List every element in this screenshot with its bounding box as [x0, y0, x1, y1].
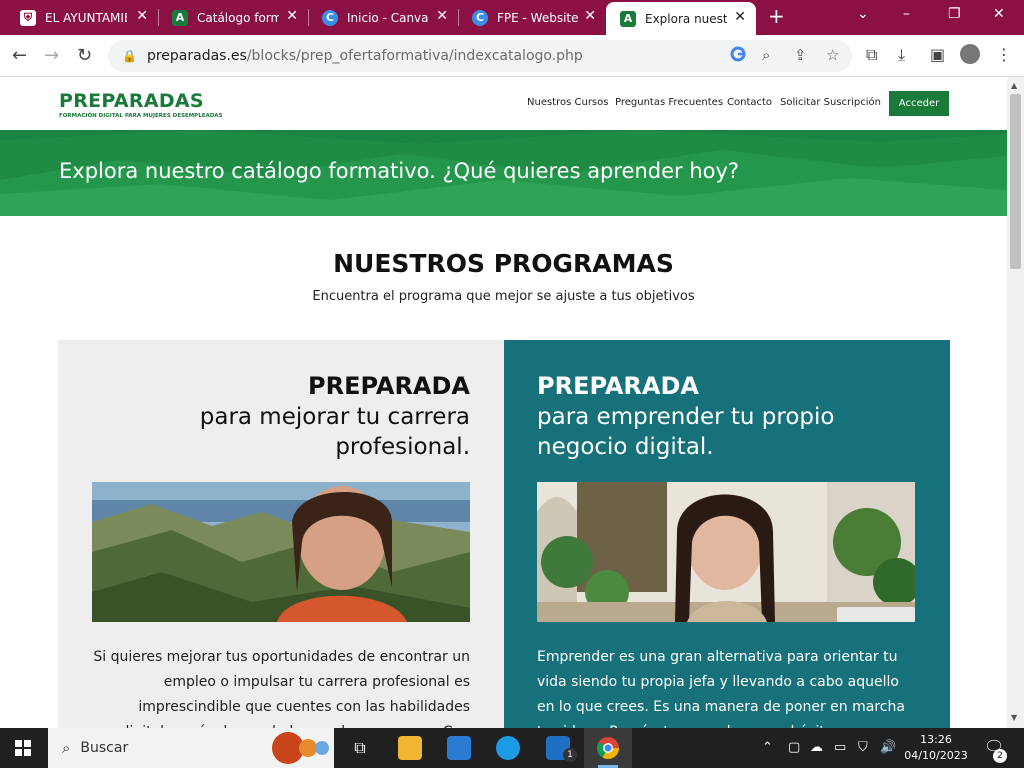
- close-window-button[interactable]: ✕: [993, 6, 1005, 22]
- program-title: PREPARADA: [308, 372, 470, 400]
- program-photo-woman-courtyard: [537, 482, 915, 622]
- logo-wordmark: PREPARADAS: [59, 90, 204, 112]
- chevron-down-icon[interactable]: ⌄: [857, 6, 869, 22]
- close-tab-icon[interactable]: ✕: [136, 9, 148, 23]
- hero-banner: Explora nuestro catálogo formativo. ¿Qué…: [0, 130, 1007, 216]
- scroll-down-arrow-icon[interactable]: ▼: [1011, 713, 1017, 722]
- program-subtitle-line1: para mejorar tu carrera: [199, 404, 470, 430]
- tab-fpe-website[interactable]: C FPE - Website ✕: [458, 0, 606, 35]
- browser-tab-strip: ⛨ EL AYUNTAMIE ✕ A Catálogo forma ✕ C In…: [0, 0, 1024, 35]
- meet-now-icon[interactable]: ▢: [788, 740, 800, 755]
- section-subtitle: Encuentra el programa que mejor se ajust…: [312, 289, 695, 304]
- edge-icon[interactable]: [496, 736, 520, 760]
- security-icon[interactable]: ⛉: [858, 740, 868, 755]
- tab-explora-active[interactable]: A Explora nuestro ✕: [606, 2, 756, 35]
- tab-label: Inicio - Canva: [347, 10, 429, 25]
- scroll-up-arrow-icon[interactable]: ▲: [1011, 81, 1017, 90]
- microsoft-store-icon[interactable]: [447, 736, 471, 760]
- back-arrow-icon[interactable]: ←: [12, 45, 27, 66]
- program-photo-woman-mountains: [92, 482, 470, 622]
- planets-search-highlight-icon: [272, 732, 329, 764]
- preparadas-a-icon: A: [172, 9, 188, 26]
- program-description: Emprender es una gran alternativa para o…: [537, 649, 905, 728]
- menu-dots-icon[interactable]: ⋮: [996, 45, 1012, 64]
- task-view-icon[interactable]: ⧉: [348, 736, 372, 760]
- forward-arrow-icon[interactable]: →: [44, 45, 59, 66]
- search-label: Buscar: [80, 740, 129, 756]
- program-card-emprender[interactable]: PREPARADA para emprender tu propio negoc…: [504, 340, 950, 728]
- nav-contacto[interactable]: Contacto: [727, 97, 772, 108]
- network-error-icon[interactable]: ☁: [810, 740, 823, 755]
- site-header: PREPARADAS FORMACIÓN DIGITAL PARA MUJERE…: [0, 77, 1007, 130]
- scrollbar-thumb[interactable]: [1010, 94, 1021, 269]
- windows-start-icon[interactable]: [15, 740, 31, 756]
- close-tab-icon[interactable]: ✕: [436, 9, 448, 23]
- clock-time: 13:26: [920, 733, 952, 746]
- nav-preguntas-frecuentes[interactable]: Preguntas Frecuentes: [615, 97, 723, 108]
- preparadas-logo[interactable]: PREPARADAS FORMACIÓN DIGITAL PARA MUJERE…: [59, 90, 223, 119]
- canva-icon: C: [472, 9, 488, 26]
- program-card-carrera[interactable]: PREPARADA para mejorar tu carrera profes…: [58, 340, 504, 728]
- taskbar-clock[interactable]: 13:26 04/10/2023: [896, 732, 976, 764]
- nav-solicitar-suscripcion[interactable]: Solicitar Suscripción: [780, 97, 881, 108]
- url-domain: preparadas.es: [146, 48, 247, 64]
- browser-toolbar: ← → ↻ 🔒 preparadas.es /blocks/prep_ofert…: [0, 35, 1024, 77]
- network-icon[interactable]: ▭: [834, 740, 846, 755]
- logo-tagline: FORMACIÓN DIGITAL PARA MUJERES DESEMPLEA…: [59, 113, 223, 119]
- program-subtitle-line2: negocio digital.: [537, 434, 714, 460]
- preparadas-a-icon: A: [620, 10, 636, 27]
- restore-button[interactable]: ❐: [948, 6, 961, 22]
- search-icon: ⌕: [62, 739, 71, 757]
- tab-label: FPE - Website: [497, 10, 579, 25]
- notification-badge: 2: [993, 749, 1007, 763]
- mail-badge: 1: [563, 748, 577, 762]
- program-subtitle-line2: profesional.: [335, 434, 470, 460]
- municipal-shield-icon: ⛨: [20, 9, 36, 26]
- close-tab-icon[interactable]: ✕: [734, 10, 746, 24]
- tab-ayuntamiento[interactable]: ⛨ EL AYUNTAMIE ✕: [6, 0, 158, 35]
- side-panel-icon[interactable]: ▣: [930, 45, 945, 64]
- taskbar-search-box[interactable]: ⌕ Buscar: [48, 728, 334, 768]
- hero-title: Explora nuestro catálogo formativo. ¿Qué…: [59, 159, 740, 183]
- close-tab-icon[interactable]: ✕: [584, 9, 596, 23]
- download-icon[interactable]: ⤓: [898, 45, 905, 65]
- zoom-icon[interactable]: ⌕: [762, 46, 770, 64]
- tab-label: Catálogo forma: [197, 10, 279, 25]
- tab-canva-inicio[interactable]: C Inicio - Canva ✕: [308, 0, 458, 35]
- acceder-button[interactable]: Acceder: [889, 91, 949, 116]
- close-tab-icon[interactable]: ✕: [286, 9, 298, 23]
- chevron-up-icon[interactable]: ⌃: [762, 740, 773, 755]
- page-scrollbar[interactable]: ▲ ▼: [1007, 77, 1024, 728]
- nav-nuestros-cursos[interactable]: Nuestros Cursos: [527, 97, 608, 108]
- chrome-taskbar-button[interactable]: [584, 728, 632, 768]
- new-tab-button[interactable]: +: [768, 6, 785, 26]
- lock-icon[interactable]: 🔒: [122, 49, 137, 63]
- tab-catalogo[interactable]: A Catálogo forma ✕: [158, 0, 308, 35]
- section-title: NUESTROS PROGRAMAS: [333, 249, 674, 278]
- extensions-puzzle-icon[interactable]: ⧉: [866, 45, 877, 65]
- program-subtitle-line1: para emprender tu propio: [537, 404, 835, 430]
- canva-icon: C: [322, 9, 338, 26]
- minimize-button[interactable]: –: [903, 6, 910, 22]
- clock-date: 04/10/2023: [904, 749, 968, 762]
- web-page: PREPARADAS FORMACIÓN DIGITAL PARA MUJERE…: [0, 77, 1007, 728]
- google-icon[interactable]: [730, 46, 746, 66]
- reload-icon[interactable]: ↻: [77, 45, 92, 66]
- windows-taskbar: ⌕ Buscar ⧉ 1 ⌃ ▢ ☁ ▭ ⛉ 🔊 13:26 04/10/202…: [0, 728, 1024, 768]
- volume-icon[interactable]: 🔊: [880, 740, 896, 755]
- program-title: PREPARADA: [537, 372, 699, 400]
- program-description: Si quieres mejorar tus oportunidades de …: [93, 649, 470, 728]
- tab-label: Explora nuestro: [645, 11, 727, 26]
- share-icon[interactable]: ⇪: [794, 46, 807, 64]
- chrome-icon: [597, 737, 619, 759]
- tab-label: EL AYUNTAMIE: [45, 10, 127, 25]
- url-path: /blocks/prep_ofertaformativa/indexcatalo…: [246, 48, 583, 64]
- profile-avatar[interactable]: [960, 44, 980, 64]
- file-explorer-icon[interactable]: [398, 736, 422, 760]
- bookmark-star-icon[interactable]: ☆: [826, 46, 839, 64]
